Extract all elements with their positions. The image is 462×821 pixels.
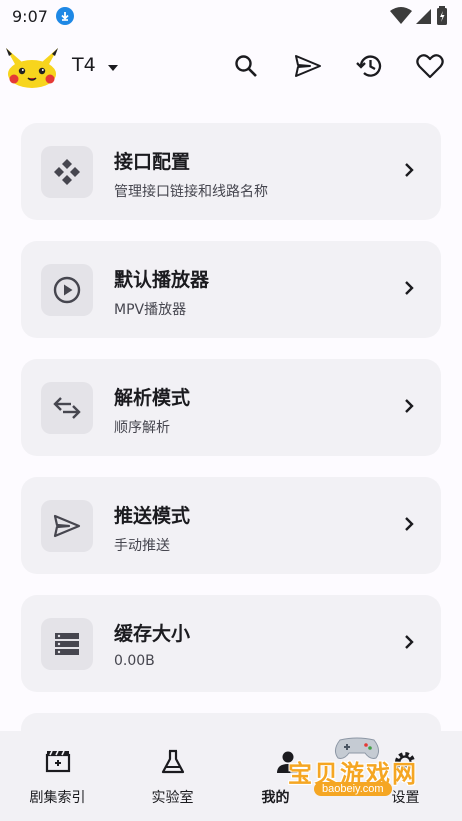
card-title: 接口配置 [114,151,191,173]
nav-label: 剧集索引 [29,790,86,806]
send-icon[interactable] [292,50,324,82]
watermark-url: baobeiy.com [314,782,392,796]
top-app-bar: T4 [0,38,462,94]
chevron-right-icon [403,397,415,419]
chevron-right-icon [403,633,415,655]
card-subtitle: 手动推送 [114,538,170,554]
card-title: 默认播放器 [114,269,210,291]
wifi-icon [390,7,412,29]
card-title: 缓存大小 [114,623,191,645]
pikachu-logo-icon[interactable] [2,46,62,88]
source-name[interactable]: T4 [72,54,96,76]
battery-icon [436,6,448,30]
caret-down-icon[interactable] [106,58,120,77]
nav-lab[interactable]: 实验室 [115,731,230,821]
card-default-player[interactable]: 默认播放器 MPV播放器 [21,241,441,338]
download-icon [55,7,74,25]
status-time: 9:07 [12,6,48,26]
flask-icon [160,749,186,779]
chevron-right-icon [403,515,415,537]
history-icon[interactable] [354,50,386,82]
card-api-config[interactable]: 接口配置 管理接口链接和线路名称 [21,123,441,220]
play-circle-icon [41,264,93,316]
card-title: 解析模式 [114,387,191,409]
clapperboard-icon [45,749,71,777]
card-title: 推送模式 [114,505,191,527]
status-bar: 9:07 [0,0,462,32]
card-subtitle: MPV播放器 [114,302,187,318]
favorite-heart-icon[interactable] [414,50,446,82]
send-icon [41,500,93,552]
api-config-icon [41,146,93,198]
card-parse-mode[interactable]: 解析模式 顺序解析 [21,359,441,456]
card-subtitle: 0.00B [114,653,155,669]
chevron-right-icon [403,161,415,183]
chevron-right-icon [403,279,415,301]
card-push-mode[interactable]: 推送模式 手动推送 [21,477,441,574]
card-cache-size[interactable]: 缓存大小 0.00B [21,595,441,692]
nav-label: 实验室 [151,790,194,806]
card-subtitle: 顺序解析 [114,420,170,436]
storage-icon [41,618,93,670]
nav-episode-index[interactable]: 剧集索引 [0,731,115,821]
signal-icon [416,7,432,29]
watermark: 宝贝游戏网 baobeiy.com [286,734,446,804]
card-subtitle: 管理接口链接和线路名称 [114,184,268,200]
swap-arrows-icon [41,382,93,434]
search-icon[interactable] [230,50,262,82]
